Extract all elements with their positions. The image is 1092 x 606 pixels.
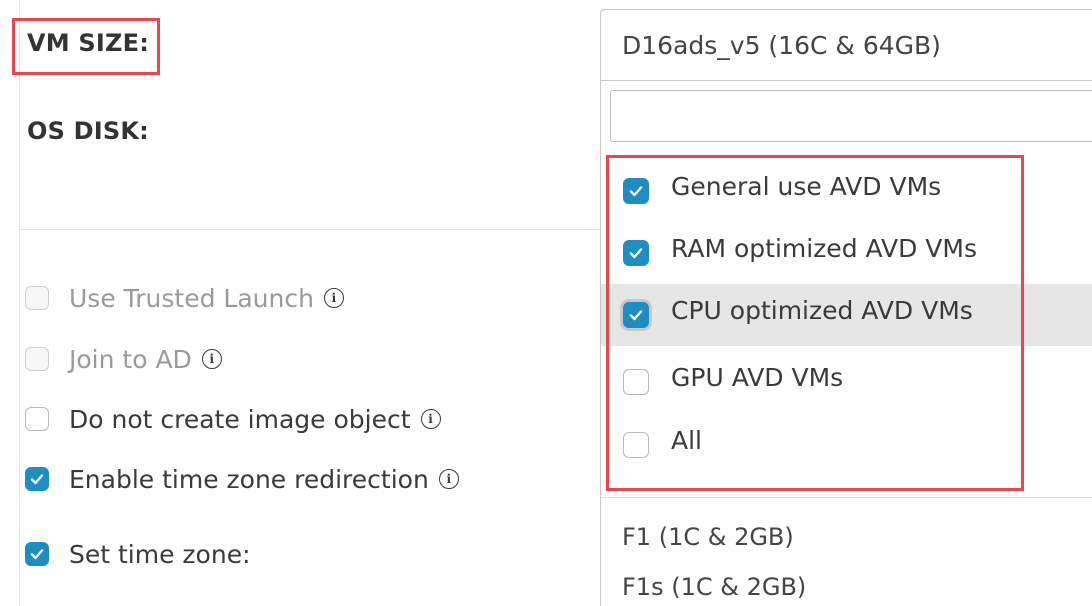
checkmark-icon	[629, 186, 643, 197]
vm-config-page: VM SIZE: OS DISK: Use Trusted Launch i J…	[0, 0, 1092, 606]
dropdown-search-input[interactable]	[610, 90, 1092, 142]
all-checkbox[interactable]	[623, 432, 649, 458]
info-circle-icon[interactable]: i	[323, 288, 344, 308]
ram-optimized-checkbox[interactable]	[623, 240, 649, 266]
info-circle-icon[interactable]: i	[201, 349, 222, 369]
section-divider	[19, 229, 604, 230]
general-use-label: General use AVD VMs	[671, 171, 942, 201]
dropdown-divider	[601, 497, 1092, 498]
info-circle-icon[interactable]: i	[420, 409, 441, 429]
info-circle-icon[interactable]: i	[438, 469, 459, 489]
checkmark-icon	[30, 474, 44, 485]
filter-gpu[interactable]: GPU AVD VMs	[601, 351, 1092, 413]
gpu-label: GPU AVD VMs	[671, 362, 844, 392]
no-image-object-label: Do not create image object	[69, 404, 411, 434]
checkmark-icon	[629, 248, 643, 259]
general-use-checkbox[interactable]	[623, 178, 649, 204]
set-time-zone-label: Set time zone:	[69, 539, 251, 569]
option-use-trusted-launch[interactable]: Use Trusted Launch i	[25, 280, 344, 316]
filter-ram-optimized[interactable]: RAM optimized AVD VMs	[601, 222, 1092, 284]
size-option-f1[interactable]: F1 (1C & 2GB)	[622, 523, 794, 551]
size-option-f1s[interactable]: F1s (1C & 2GB)	[622, 573, 806, 601]
ram-optimized-label: RAM optimized AVD VMs	[671, 233, 978, 263]
vm-size-select[interactable]: D16ads_v5 (16C & 64GB)	[601, 10, 1092, 81]
trusted-launch-label: Use Trusted Launch	[69, 283, 314, 313]
vm-size-dropdown: D16ads_v5 (16C & 64GB) General use AVD V…	[600, 9, 1092, 606]
tz-redirection-label: Enable time zone redirection	[69, 464, 429, 494]
cpu-optimized-label: CPU optimized AVD VMs	[671, 295, 973, 325]
cpu-optimized-checkbox[interactable]	[623, 302, 649, 328]
vm-size-highlight-box	[12, 18, 160, 75]
set-time-zone-checkbox[interactable]	[25, 542, 49, 566]
filter-cpu-optimized[interactable]: CPU optimized AVD VMs	[601, 284, 1092, 346]
gpu-checkbox[interactable]	[623, 369, 649, 395]
option-enable-time-zone-redirection[interactable]: Enable time zone redirection i	[25, 461, 459, 497]
os-disk-label: OS DISK:	[27, 117, 149, 145]
option-do-not-create-image-object[interactable]: Do not create image object i	[25, 401, 441, 437]
all-label: All	[671, 425, 702, 455]
trusted-launch-checkbox[interactable]	[25, 286, 49, 310]
panel-left-border	[19, 0, 20, 606]
join-to-ad-label: Join to AD	[69, 344, 192, 374]
filter-all[interactable]: All	[601, 414, 1092, 476]
option-join-to-ad[interactable]: Join to AD i	[25, 341, 222, 377]
option-set-time-zone[interactable]: Set time zone:	[25, 536, 251, 572]
tz-redirection-checkbox[interactable]	[25, 467, 49, 491]
no-image-object-checkbox[interactable]	[25, 407, 49, 431]
join-to-ad-checkbox[interactable]	[25, 347, 49, 371]
checkmark-icon	[629, 310, 643, 321]
checkmark-icon	[30, 549, 44, 560]
filter-general-use[interactable]: General use AVD VMs	[601, 160, 1092, 222]
